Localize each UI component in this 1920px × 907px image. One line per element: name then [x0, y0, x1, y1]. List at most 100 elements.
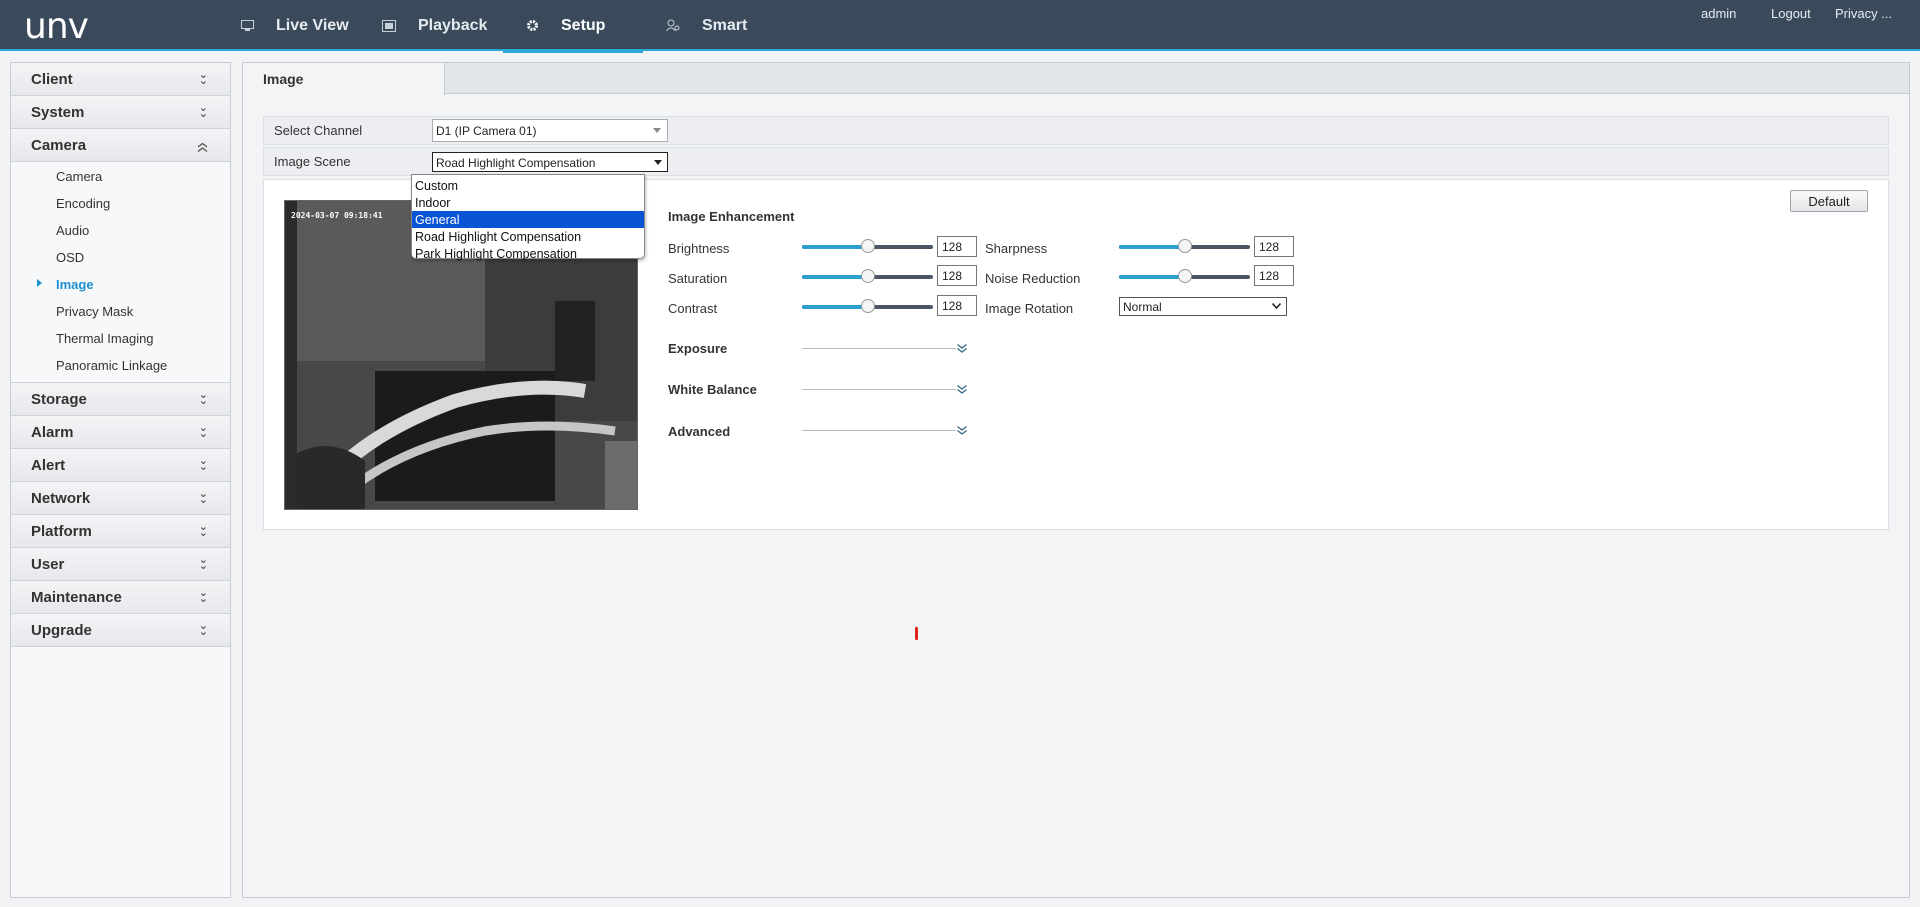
slider-fill: [1119, 275, 1185, 279]
image-scene-row: Image Scene Road Highlight Compensation: [263, 147, 1889, 176]
tab-image[interactable]: Image: [243, 63, 445, 95]
slider-thumb[interactable]: [1177, 239, 1192, 253]
sidebar-item-label: OSD: [56, 250, 85, 265]
chevron-double-down-icon: ⌄ ⌄: [198, 521, 208, 539]
nav-playback[interactable]: Playback: [382, 0, 487, 51]
scene-option-indoor[interactable]: Indoor: [412, 194, 644, 211]
sidebar-group-alert[interactable]: Alert ⌄ ⌄: [11, 449, 230, 482]
scene-option-general[interactable]: General: [412, 211, 644, 228]
scene-option-park-highlight[interactable]: Park Highlight Compensation: [412, 245, 644, 262]
sidebar-group-label: Client: [31, 70, 73, 88]
section-divider: [802, 430, 956, 431]
username-link[interactable]: admin: [1701, 6, 1736, 21]
slider-fill: [802, 245, 868, 249]
slider-thumb[interactable]: [860, 269, 875, 283]
nav-setup[interactable]: Setup: [503, 0, 644, 53]
brightness-label: Brightness: [668, 241, 730, 256]
sidebar-group-user[interactable]: User ⌄ ⌄: [11, 548, 230, 581]
brightness-input[interactable]: 128: [937, 236, 977, 257]
sidebar-group-label: Alarm: [31, 423, 74, 441]
chevron-double-down-icon: ⌄ ⌄: [198, 422, 208, 440]
nav-smart-label: Smart: [702, 16, 748, 34]
sidebar-group-label: Platform: [31, 522, 92, 540]
preview-timestamp: 2024-03-07 09:18:41: [291, 211, 383, 220]
nav-setup-label: Setup: [561, 16, 606, 34]
sidebar-group-client[interactable]: Client ⌄ ⌄: [11, 63, 230, 96]
tab-bar: Image: [243, 63, 1909, 95]
nav-live-view-label: Live View: [276, 16, 349, 34]
sidebar-group-label: Network: [31, 489, 91, 507]
camera-submenu: Camera Encoding Audio OSD Image Privacy …: [11, 162, 230, 383]
sidebar-group-camera[interactable]: Camera: [11, 129, 230, 162]
white-balance-section-title[interactable]: White Balance: [668, 382, 757, 397]
image-scene-value: Road Highlight Compensation: [436, 156, 596, 170]
select-channel-row: Select Channel D1 (IP Camera 01): [263, 116, 1889, 145]
contrast-slider[interactable]: [802, 299, 933, 313]
sidebar-item-thermal-imaging[interactable]: Thermal Imaging: [11, 325, 230, 352]
slider-fill: [802, 305, 868, 309]
sidebar-group-label: System: [31, 103, 85, 121]
sidebar-group-network[interactable]: Network ⌄ ⌄: [11, 482, 230, 515]
sidebar-item-audio[interactable]: Audio: [11, 217, 230, 244]
image-scene-label: Image Scene: [274, 154, 351, 169]
sidebar-item-image[interactable]: Image: [11, 271, 230, 298]
caret-down-icon: [653, 128, 661, 133]
slider-thumb[interactable]: [860, 299, 875, 313]
sharpness-slider[interactable]: [1119, 239, 1250, 253]
saturation-slider[interactable]: [802, 269, 933, 283]
sidebar-item-panoramic-linkage[interactable]: Panoramic Linkage: [11, 352, 230, 379]
image-rotation-select[interactable]: Normal: [1119, 297, 1287, 316]
image-rotation-value: Normal: [1123, 300, 1162, 314]
advanced-section-title[interactable]: Advanced: [668, 424, 730, 439]
sharpness-input[interactable]: 128: [1254, 236, 1294, 257]
sidebar-item-camera[interactable]: Camera: [11, 163, 230, 190]
slider-fill: [1119, 245, 1185, 249]
contrast-label: Contrast: [668, 301, 718, 316]
saturation-input[interactable]: 128: [937, 265, 977, 286]
image-rotation-label: Image Rotation: [985, 301, 1074, 316]
default-button[interactable]: Default: [1790, 190, 1868, 212]
slider-thumb[interactable]: [1177, 269, 1192, 283]
chevron-double-down-icon[interactable]: [957, 425, 967, 435]
chevron-double-down-icon: ⌄ ⌄: [198, 389, 208, 407]
noise-reduction-slider[interactable]: [1119, 269, 1250, 283]
sidebar-item-label: Image: [56, 277, 94, 292]
slider-thumb[interactable]: [860, 239, 875, 253]
sidebar-item-encoding[interactable]: Encoding: [11, 190, 230, 217]
sidebar-group-maintenance[interactable]: Maintenance ⌄ ⌄: [11, 581, 230, 614]
chevron-double-down-icon: ⌄ ⌄: [198, 587, 208, 605]
left-sidebar: Client ⌄ ⌄ System ⌄ ⌄ Camera Camera Encodi…: [10, 62, 231, 898]
sidebar-group-upgrade[interactable]: Upgrade ⌄ ⌄: [11, 614, 230, 647]
sidebar-group-storage[interactable]: Storage ⌄ ⌄: [11, 383, 230, 416]
active-tab-underline: [503, 50, 644, 53]
brightness-slider[interactable]: [802, 239, 933, 253]
logout-link[interactable]: Logout: [1771, 6, 1811, 21]
sidebar-item-osd[interactable]: OSD: [11, 244, 230, 271]
chevron-double-down-icon[interactable]: [957, 343, 967, 353]
sharpness-label: Sharpness: [985, 241, 1048, 256]
sidebar-group-platform[interactable]: Platform ⌄ ⌄: [11, 515, 230, 548]
privacy-link[interactable]: Privacy ...: [1835, 6, 1892, 21]
scene-option-road-highlight[interactable]: Road Highlight Compensation: [412, 228, 644, 245]
sidebar-item-label: Encoding: [56, 196, 111, 211]
sidebar-item-label: Audio: [56, 223, 90, 238]
sidebar-group-alarm[interactable]: Alarm ⌄ ⌄: [11, 416, 230, 449]
sidebar-group-system[interactable]: System ⌄ ⌄: [11, 96, 230, 129]
unv-logo: unv: [24, 6, 89, 47]
sidebar-item-label: Privacy Mask: [56, 304, 134, 319]
chevron-double-down-icon[interactable]: [957, 384, 967, 394]
scene-option-custom[interactable]: Custom: [412, 177, 644, 194]
nav-smart[interactable]: Smart: [666, 0, 747, 51]
noise-reduction-input[interactable]: 128: [1254, 265, 1294, 286]
image-scene-dropdown[interactable]: Road Highlight Compensation: [432, 152, 668, 172]
section-divider: [802, 348, 956, 349]
sidebar-item-privacy-mask[interactable]: Privacy Mask: [11, 298, 230, 325]
nav-live-view[interactable]: Live View: [240, 0, 349, 51]
noise-reduction-label: Noise Reduction: [985, 271, 1081, 286]
select-channel-dropdown[interactable]: D1 (IP Camera 01): [432, 119, 668, 142]
contrast-input[interactable]: 128: [937, 295, 977, 316]
select-channel-value: D1 (IP Camera 01): [436, 124, 537, 138]
exposure-section-title[interactable]: Exposure: [668, 341, 727, 356]
film-icon: [382, 19, 396, 33]
sidebar-group-label: User: [31, 555, 65, 573]
